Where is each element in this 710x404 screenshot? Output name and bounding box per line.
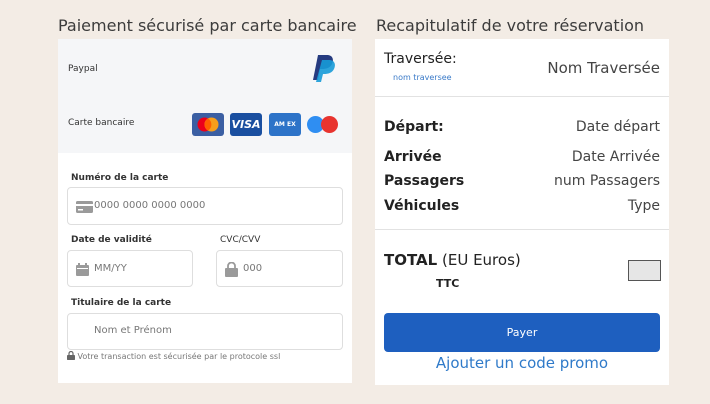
ssl-note-text: Votre transaction est sécurisée par le p… bbox=[77, 352, 281, 361]
validity-label: Date de validité bbox=[71, 235, 152, 245]
crossing-value: Nom Traversée bbox=[547, 59, 660, 77]
card-number-placeholder: 0000 0000 0000 0000 bbox=[94, 200, 206, 211]
total-line: TOTAL (EU Euros) bbox=[384, 251, 521, 269]
paypal-icon bbox=[313, 55, 335, 82]
cvc-placeholder: 000 bbox=[243, 263, 263, 274]
promo-code-link[interactable]: Ajouter un code promo bbox=[375, 354, 669, 372]
credit-card-icon bbox=[76, 201, 93, 213]
passengers-value: num Passagers bbox=[554, 173, 660, 189]
lock-icon bbox=[67, 350, 75, 360]
arrival-label: Arrivée bbox=[384, 149, 442, 165]
total-amount-box bbox=[628, 260, 661, 281]
total-currency: (EU Euros) bbox=[442, 251, 521, 269]
cvc-input[interactable]: 000 bbox=[216, 250, 343, 287]
amex-icon: AM EX bbox=[269, 113, 301, 136]
validity-placeholder: MM/YY bbox=[94, 263, 127, 274]
total-label: TOTAL bbox=[384, 251, 438, 269]
payment-methods: Paypal Carte bancaire VISA AM EX bbox=[58, 39, 352, 153]
passengers-label: Passagers bbox=[384, 173, 465, 189]
summary-section-title: Recapitulatif de votre réservation bbox=[376, 16, 645, 35]
validity-input[interactable]: MM/YY bbox=[67, 250, 193, 287]
visa-icon: VISA bbox=[230, 113, 262, 136]
departure-value: Date départ bbox=[575, 119, 660, 135]
payment-panel: Paypal Carte bancaire VISA AM EX Numéro … bbox=[58, 39, 352, 383]
card-number-label: Numéro de la carte bbox=[71, 173, 169, 183]
divider bbox=[375, 229, 669, 230]
arrival-value: Date Arrivée bbox=[571, 149, 660, 165]
lock-icon bbox=[225, 262, 238, 277]
vehicles-label: Véhicules bbox=[384, 198, 460, 214]
summary-panel: Traversée: nom traversee Nom Traversée D… bbox=[375, 39, 669, 385]
card-label: Carte bancaire bbox=[68, 118, 135, 128]
card-option[interactable]: Carte bancaire VISA AM EX bbox=[58, 101, 352, 151]
departure-label: Départ: bbox=[384, 119, 444, 135]
ttc-label: TTC bbox=[436, 277, 460, 290]
divider bbox=[375, 96, 669, 97]
card-number-input[interactable]: 0000 0000 0000 0000 bbox=[67, 187, 343, 225]
paypal-label: Paypal bbox=[68, 64, 98, 74]
maestro-icon bbox=[307, 113, 341, 136]
pay-button[interactable]: Payer bbox=[384, 313, 660, 352]
calendar-icon bbox=[76, 263, 89, 276]
crossing-sub: nom traversee bbox=[393, 73, 452, 82]
cvc-label: CVC/CVV bbox=[220, 235, 261, 245]
crossing-label: Traversée: bbox=[384, 51, 457, 67]
holder-label: Titulaire de la carte bbox=[71, 298, 172, 308]
vehicles-value: Type bbox=[627, 198, 660, 214]
payment-section-title: Paiement sécurisé par carte bancaire bbox=[58, 16, 357, 35]
mastercard-icon bbox=[192, 113, 224, 136]
holder-input[interactable]: Nom et Prénom bbox=[67, 313, 343, 350]
holder-placeholder: Nom et Prénom bbox=[94, 325, 172, 336]
ssl-note: Votre transaction est sécurisée par le p… bbox=[67, 350, 281, 361]
paypal-option[interactable]: Paypal bbox=[58, 47, 352, 97]
